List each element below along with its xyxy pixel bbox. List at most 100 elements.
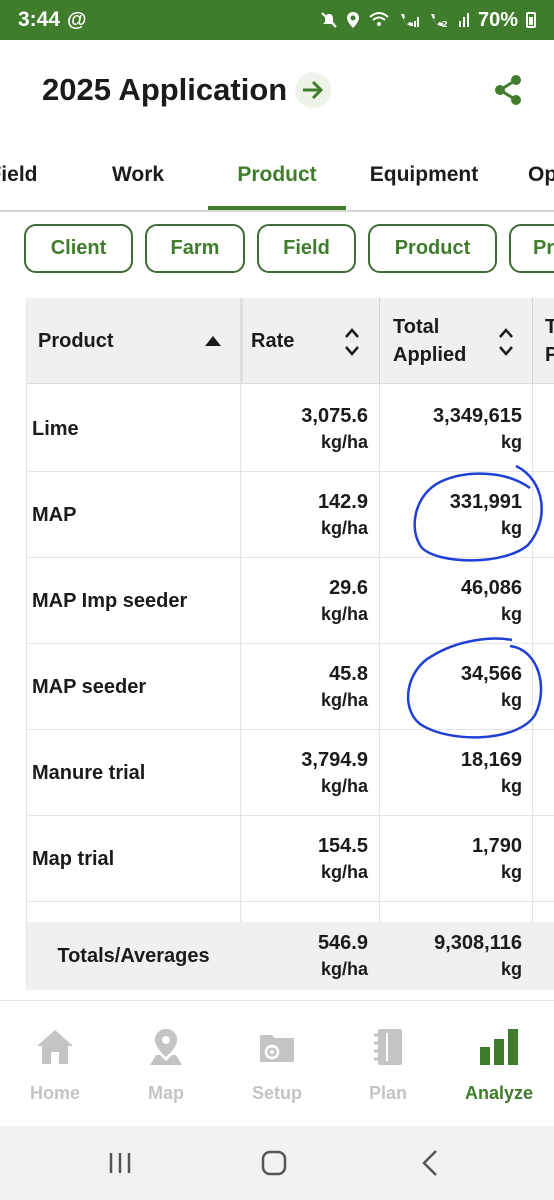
share-icon[interactable] <box>488 70 528 110</box>
nav-plan-label: Plan <box>368 1083 407 1103</box>
nav-map[interactable]: Map <box>111 1001 221 1127</box>
active-tab-indicator <box>208 206 346 210</box>
total-applied-cell: 331,991 kg <box>391 472 522 558</box>
column-divider <box>240 298 243 384</box>
product-name-cell: Manure trial <box>32 761 146 784</box>
table-row[interactable]: MAP 142.9 kg/ha 331,991 kg <box>27 472 554 558</box>
total-applied-cell: 34,566 kg <box>391 644 522 730</box>
table-header: Product Rate Total Applied T P <box>27 298 554 384</box>
product-name-cell: Lime <box>32 417 79 440</box>
table-row[interactable]: MAP Imp seeder 29.6 kg/ha 46,086 kg <box>27 558 554 644</box>
sort-toggle-icon[interactable] <box>343 326 361 358</box>
rate-value: 29.6 <box>329 577 368 599</box>
tab-op[interactable]: Op <box>512 140 554 210</box>
rate-cell: 45.8 kg/ha <box>251 644 368 730</box>
table-row[interactable]: Manure trial 3,794.9 kg/ha 18,169 kg <box>27 730 554 816</box>
recent-apps-icon[interactable] <box>100 1146 140 1180</box>
column-header-next-line2: P <box>545 341 554 369</box>
plan-notebook-icon <box>366 1025 410 1069</box>
filter-chip-farm[interactable]: Farm <box>145 224 245 273</box>
filter-chip-partial[interactable]: Pr <box>509 224 554 273</box>
rate-cell: 3,075.6 kg/ha <box>251 386 368 472</box>
rate-value: 154.5 <box>317 835 368 857</box>
totals-applied-unit: kg <box>500 959 522 979</box>
total-value: 34,566 <box>460 663 522 685</box>
arrow-right-icon[interactable] <box>295 72 332 108</box>
total-value: 331,991 <box>449 491 522 513</box>
signal-2-icon <box>458 13 469 27</box>
total-applied-cell: 18,169 kg <box>391 730 522 816</box>
rate-unit: kg/ha <box>320 604 368 624</box>
status-bar: 3:44 @ 2 70% <box>0 0 554 40</box>
total-value: 1,790 <box>471 835 522 857</box>
nav-analyze[interactable]: Analyze <box>444 1001 554 1127</box>
tab-equipment[interactable]: Equipment <box>356 140 492 210</box>
totals-rate-cell: 546.9 kg/ha <box>251 922 368 990</box>
filter-chip-product[interactable]: Product <box>368 224 497 273</box>
tab-field[interactable]: Field <box>0 140 58 210</box>
nav-map-label: Map <box>148 1083 184 1103</box>
app-header: 2025 Application <box>0 40 554 140</box>
nav-analyze-label: Analyze <box>464 1083 534 1103</box>
home-button-icon[interactable] <box>254 1146 294 1180</box>
wifi-call-2-icon: 2 <box>430 14 448 29</box>
status-time: 3:44 <box>18 8 61 31</box>
system-navigation-bar <box>0 1126 554 1200</box>
rate-cell: 29.6 kg/ha <box>251 558 368 644</box>
battery-percent: 70% <box>477 8 518 31</box>
map-pin-icon <box>144 1025 188 1069</box>
tab-work[interactable]: Work <box>78 140 198 210</box>
rate-unit: kg/ha <box>320 690 368 710</box>
nav-home-label: Home <box>29 1083 80 1103</box>
column-header-next[interactable]: T P <box>545 298 554 384</box>
bottom-navigation: Home Map Setup Plan Analyze <box>0 1000 554 1126</box>
rate-unit: kg/ha <box>320 776 368 796</box>
product-name-cell: MAP <box>32 503 77 526</box>
mute-icon <box>321 12 337 28</box>
filter-chip-field[interactable]: Field <box>257 224 356 273</box>
totals-row: Totals/Averages 546.9 kg/ha 9,308,116 kg <box>27 922 554 990</box>
sort-toggle-icon[interactable] <box>497 326 515 358</box>
totals-applied-value: 9,308,116 <box>434 932 522 954</box>
table-row[interactable]: Lime 3,075.6 kg/ha 3,349,615 kg <box>27 386 554 472</box>
total-unit: kg <box>500 776 522 796</box>
product-name-cell: Map trial <box>32 847 115 870</box>
rate-value: 45.8 <box>329 663 368 685</box>
totals-applied-cell: 9,308,116 kg <box>391 922 522 990</box>
tab-product[interactable]: Product <box>208 140 346 210</box>
setup-folder-icon <box>255 1025 299 1069</box>
nav-plan[interactable]: Plan <box>333 1001 443 1127</box>
rate-unit: kg/ha <box>320 862 368 882</box>
column-header-product-label: Product <box>38 329 114 352</box>
at-symbol: @ <box>67 8 87 31</box>
column-divider <box>379 298 380 384</box>
filter-chip-client[interactable]: Client <box>24 224 133 273</box>
page-title: 2025 Application <box>42 72 288 107</box>
analyze-chart-icon <box>477 1025 521 1069</box>
battery-icon <box>526 12 536 28</box>
table-row[interactable]: Map trial 154.5 kg/ha 1,790 kg <box>27 816 554 902</box>
signal-1-icon <box>400 14 419 27</box>
sort-ascending-icon[interactable] <box>203 334 223 348</box>
nav-home[interactable]: Home <box>0 1001 110 1127</box>
totals-rate-unit: kg/ha <box>320 959 368 979</box>
status-icons: 2 70% <box>320 9 536 32</box>
rate-value: 142.9 <box>317 491 368 513</box>
column-header-total-line1: Total <box>393 316 440 338</box>
total-applied-cell: 3,349,615 kg <box>391 386 522 472</box>
total-applied-cell: 1,790 kg <box>391 816 522 902</box>
column-header-rate[interactable]: Rate <box>251 298 351 384</box>
rate-value: 3,075.6 <box>301 405 368 427</box>
table-row[interactable]: MAP seeder 45.8 kg/ha 34,566 kg <box>27 644 554 730</box>
column-header-total-applied[interactable]: Total Applied <box>393 298 503 384</box>
back-button-icon[interactable] <box>410 1146 450 1180</box>
nav-setup-label: Setup <box>251 1083 302 1103</box>
rate-unit: kg/ha <box>320 432 368 452</box>
totals-label: Totals/Averages <box>57 944 210 967</box>
total-value: 18,169 <box>460 749 522 771</box>
rate-unit: kg/ha <box>320 518 368 538</box>
rate-cell: 142.9 kg/ha <box>251 472 368 558</box>
product-table: Product Rate Total Applied T P Lime 3,07… <box>26 298 554 990</box>
nav-setup[interactable]: Setup <box>222 1001 332 1127</box>
total-unit: kg <box>500 432 522 452</box>
